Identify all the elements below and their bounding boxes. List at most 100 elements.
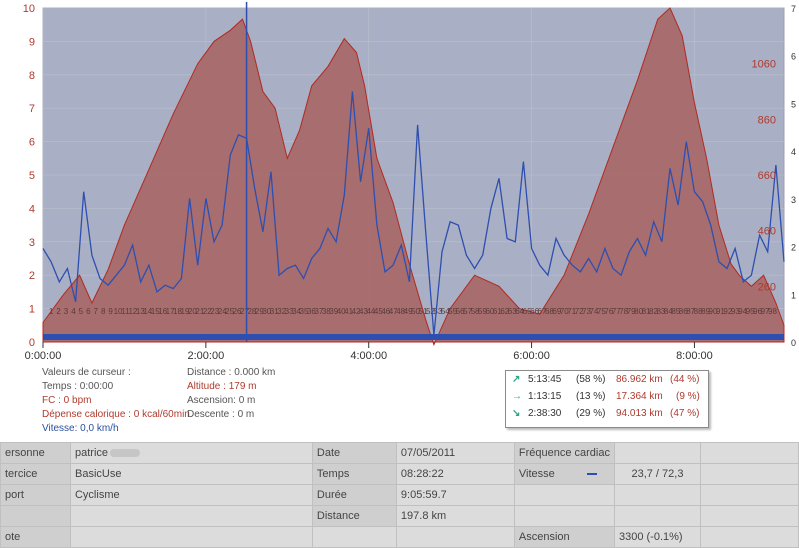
- cell-empty: [613, 505, 701, 527]
- km-markers: 1 2 3 4 5 6 7 8 9 1011121314151617181920212223242…: [49, 307, 778, 316]
- cell-empty: [699, 484, 799, 506]
- cell-empty: [311, 526, 397, 548]
- arrow-right-icon: →: [512, 391, 522, 402]
- y-axis-right: 0 1 2 3 4 5 6 7: [791, 4, 796, 348]
- value-vitesse[interactable]: 23,7 / 72,3: [613, 463, 701, 485]
- cell-empty: [613, 484, 701, 506]
- label-heart-rate: Fréquence cardiac: [513, 442, 615, 464]
- x-tick-label: 0:00:00: [25, 350, 62, 362]
- label-duree: Durée: [311, 484, 397, 506]
- y-left-tick-label: 3: [29, 237, 35, 249]
- y-left-tick-label: 5: [29, 170, 35, 182]
- summary-row-flat: → 1:13:15 (13 %) 17.364 km (9 %): [506, 391, 708, 407]
- slope-summary-box: ↗ 5:13:45 (58 %) 86.962 km (44 %) → 1:13…: [505, 370, 709, 428]
- summary-time-pct: (29 %): [576, 408, 606, 419]
- y-left-tick-label: 0: [29, 337, 35, 349]
- km-marker-label: 6: [86, 307, 91, 316]
- x-axis: 0:00:00 2:00:00 4:00:00 6:00:00 8:00:00: [25, 342, 713, 362]
- cursor-altitude: Altitude : 179 m: [187, 381, 257, 392]
- summary-time: 5:13:45: [528, 374, 562, 385]
- y-left-tick-label: 8: [29, 70, 35, 82]
- summary-row-downhill: ↘ 2:38:30 (29 %) 94.013 km (47 %): [506, 408, 708, 424]
- label-vitesse: Vitesse: [513, 463, 615, 485]
- km-marker-label: 8: [101, 307, 106, 316]
- ride-chart[interactable]: 1 2 3 4 5 6 7 8 9 1011121314151617181920212223242…: [0, 0, 799, 366]
- y-right-tick-label: 3: [791, 195, 796, 205]
- label-temps: Temps: [311, 463, 397, 485]
- summary-distance: 17.364 km: [616, 391, 663, 402]
- altitude-tick-label: 460: [758, 226, 776, 238]
- cursor-calories: Dépense calorique : 0 kcal/60min: [42, 409, 190, 420]
- table-row: port Cyclisme Durée 9:05:59.7: [0, 484, 799, 506]
- value-temps[interactable]: 08:28:22: [395, 463, 515, 485]
- value-distance[interactable]: 197.8 km: [395, 505, 515, 527]
- x-tick-label: 6:00:00: [513, 350, 550, 362]
- cursor-title: Valeurs de curseur :: [42, 367, 131, 378]
- summary-distance: 94.013 km: [616, 408, 663, 419]
- km-marker-label: 3: [64, 307, 69, 316]
- label-exercice: tercice: [0, 463, 71, 485]
- redacted-mark: [110, 449, 141, 458]
- cell-empty: [69, 505, 313, 527]
- x-tick-label: 8:00:00: [676, 350, 713, 362]
- y-right-tick-label: 7: [791, 4, 796, 14]
- table-row: ote Ascension 3300 (-0.1%): [0, 526, 799, 548]
- summary-time: 2:38:30: [528, 408, 562, 419]
- table-row: Distance 197.8 km: [0, 505, 799, 527]
- value-personne[interactable]: patrice: [69, 442, 313, 464]
- value-sport[interactable]: Cyclisme: [69, 484, 313, 506]
- arrow-down-right-icon: ↘: [512, 408, 521, 419]
- summary-distance-pct: (47 %): [670, 408, 700, 419]
- y-right-tick-label: 2: [791, 243, 796, 253]
- km-marker-label: 4: [71, 307, 76, 316]
- y-right-tick-label: 6: [791, 52, 796, 62]
- km-marker-label: 5: [79, 307, 84, 316]
- y-left-tick-label: 2: [29, 270, 35, 282]
- summary-time-pct: (13 %): [576, 391, 606, 402]
- y-left-tick-label: 9: [29, 36, 35, 48]
- y-right-tick-label: 4: [791, 147, 796, 157]
- summary-time: 1:13:15: [528, 391, 562, 402]
- cell-empty: [699, 505, 799, 527]
- y-right-tick-label: 1: [791, 290, 796, 300]
- cursor-distance: Distance : 0.000 km: [187, 367, 276, 378]
- km-marker-label: 2: [56, 307, 61, 316]
- km-marker-label: 1: [49, 307, 54, 316]
- table-row: ersonne patrice Date 07/05/2011 Fréquenc…: [0, 442, 799, 464]
- km-marker-label: 7: [94, 307, 99, 316]
- y-right-tick-label: 0: [791, 338, 796, 348]
- y-left-tick-label: 4: [29, 203, 35, 215]
- arrow-up-right-icon: ↗: [512, 374, 521, 385]
- summary-row-uphill: ↗ 5:13:45 (58 %) 86.962 km (44 %): [506, 374, 708, 390]
- label-sport: port: [0, 484, 71, 506]
- cell-empty: [395, 526, 515, 548]
- y-left-tick-label: 1: [29, 304, 35, 316]
- value-ascension[interactable]: 3300 (-0.1%): [613, 526, 701, 548]
- cell-empty: [699, 463, 799, 485]
- x-tick-label: 4:00:00: [350, 350, 387, 362]
- cell-empty: [513, 505, 615, 527]
- y-left-tick-label: 6: [29, 137, 35, 149]
- altitude-tick-label: 860: [758, 114, 776, 126]
- altitude-tick-label: 660: [758, 170, 776, 182]
- label-ascension: Ascension: [513, 526, 615, 548]
- cursor-heart-rate: FC : 0 bpm: [42, 395, 92, 406]
- altitude-tick-label: 1060: [752, 59, 776, 71]
- value-exercice[interactable]: BasicUse: [69, 463, 313, 485]
- value-duree[interactable]: 9:05:59.7: [395, 484, 515, 506]
- speed-legend-icon: [586, 473, 597, 476]
- label-personne: ersonne: [0, 442, 71, 464]
- altitude-tick-label: 260: [758, 281, 776, 293]
- value-date[interactable]: 07/05/2011: [395, 442, 515, 464]
- summary-distance: 86.962 km: [616, 374, 663, 385]
- value-heart-rate[interactable]: [613, 442, 701, 464]
- cell-empty: [0, 505, 71, 527]
- cursor-speed: Vitesse: 0,0 km/h: [42, 423, 119, 434]
- value-note[interactable]: [69, 526, 313, 548]
- y-axis-left: 0 1 2 3 4 5 6 7 8 9 10: [23, 3, 35, 349]
- bottom-track-bar: [43, 334, 784, 340]
- label-distance: Distance: [311, 505, 397, 527]
- summary-distance-pct: (9 %): [676, 391, 700, 402]
- y-right-tick-label: 5: [791, 99, 796, 109]
- label-date: Date: [311, 442, 397, 464]
